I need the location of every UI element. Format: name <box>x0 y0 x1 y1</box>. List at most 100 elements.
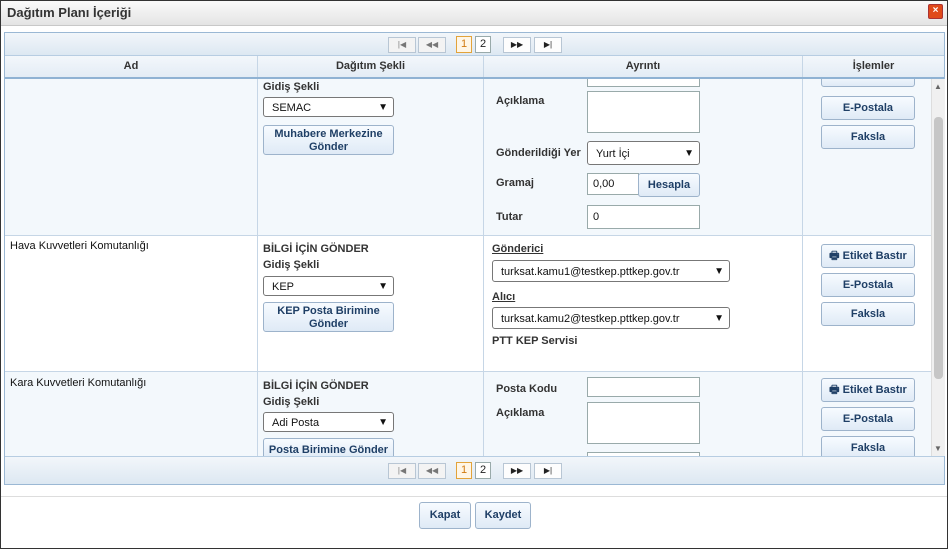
page-1-button[interactable]: 1 <box>456 36 472 53</box>
etiket-bastir-button[interactable]: 🖶 Etiket Bastır <box>821 378 915 402</box>
gidis-select[interactable]: Adi Posta ▼ <box>263 412 394 432</box>
col-ayrinti[interactable]: Ayrıntı <box>484 56 803 77</box>
chevron-down-icon: ▼ <box>378 102 388 113</box>
cell-islemler: E-Postala Faksla <box>803 79 931 235</box>
close-icon[interactable]: × <box>928 4 943 19</box>
gidis-select[interactable]: KEP ▼ <box>263 276 394 296</box>
servis-label: PTT KEP Servisi <box>492 335 578 347</box>
last-page-button[interactable]: ▶| <box>534 463 562 479</box>
gonderici-value: turksat.kamu1@testkep.pttkep.gov.tr <box>501 266 680 278</box>
gidis-label: Gidiş Şekli <box>263 81 320 93</box>
table-row: Gidiş Şekli SEMAC ▼ Muhabere Merkezine G… <box>5 79 931 236</box>
scroll-up-icon[interactable]: ▲ <box>934 82 942 91</box>
pager-top: |◀ ◀◀ 1 2 ▶▶ ▶| <box>5 33 944 56</box>
gidis-select[interactable]: SEMAC ▼ <box>263 97 394 117</box>
bilgi-label: BİLGİ İÇİN GÖNDER <box>263 380 369 392</box>
chevron-down-icon: ▼ <box>378 417 388 428</box>
table-row: Kara Kuvvetleri Komutanlığı BİLGİ İÇİN G… <box>5 372 931 456</box>
pager-bottom: |◀ ◀◀ 1 2 ▶▶ ▶| <box>5 456 944 484</box>
title-bar: Dağıtım Planı İçeriği × <box>1 1 947 26</box>
table-row: Hava Kuvvetleri Komutanlığı BİLGİ İÇİN G… <box>5 236 931 372</box>
gidis-value: Adi Posta <box>272 417 320 429</box>
scroll-thumb[interactable] <box>934 117 943 379</box>
aciklama-textarea[interactable] <box>587 402 700 444</box>
cell-dagitim: BİLGİ İÇİN GÖNDER Gidiş Şekli KEP ▼ KEP … <box>258 236 484 371</box>
posta-send-button[interactable]: Posta Birimine Gönder <box>263 438 394 456</box>
next-page-button[interactable]: ▶▶ <box>503 37 531 53</box>
dialog-footer: Kapat Kaydet <box>1 496 947 548</box>
etiket-bastir-button[interactable]: 🖶 Etiket Bastır <box>821 244 915 268</box>
printer-icon: 🖶 <box>829 250 840 262</box>
chevron-down-icon: ▼ <box>714 266 724 277</box>
etiket-bastir-label: Etiket Bastır <box>842 250 907 262</box>
hidden-top-input[interactable] <box>587 79 700 87</box>
next-page-button[interactable]: ▶▶ <box>503 463 531 479</box>
recipient-name: Kara Kuvvetleri Komutanlığı <box>10 377 147 389</box>
gramaj-input[interactable]: 0,00 <box>587 173 639 195</box>
col-ad[interactable]: Ad <box>5 56 258 77</box>
table-header: Ad Dağıtım Şekli Ayrıntı İşlemler <box>5 56 944 79</box>
recipient-name: Hava Kuvvetleri Komutanlığı <box>10 240 149 252</box>
chevron-down-icon: ▼ <box>684 148 694 159</box>
dialog: Dağıtım Planı İçeriği × |◀ ◀◀ 1 2 ▶▶ ▶| … <box>0 0 948 549</box>
muhabere-send-button[interactable]: Muhabere Merkezine Gönder <box>263 125 394 155</box>
cell-ad: Hava Kuvvetleri Komutanlığı <box>5 236 258 371</box>
page-2-button[interactable]: 2 <box>475 462 491 479</box>
chevron-down-icon: ▼ <box>714 313 724 324</box>
vertical-scrollbar[interactable]: ▲ ▼ <box>931 79 945 456</box>
etiket-bastir-button-partial[interactable] <box>821 79 915 87</box>
first-page-button[interactable]: |◀ <box>388 37 416 53</box>
posta-kodu-input[interactable] <box>587 377 700 397</box>
hesapla-button[interactable]: Hesapla <box>638 173 700 197</box>
kapat-button[interactable]: Kapat <box>419 502 471 529</box>
prev-page-button[interactable]: ◀◀ <box>418 463 446 479</box>
cell-ad <box>5 79 258 235</box>
alici-value: turksat.kamu2@testkep.pttkep.gov.tr <box>501 313 680 325</box>
gonderici-label: Gönderici <box>492 243 544 255</box>
tutar-input[interactable]: 0 <box>587 205 700 229</box>
prev-page-button[interactable]: ◀◀ <box>418 37 446 53</box>
gidis-label: Gidiş Şekli <box>263 259 320 271</box>
cell-dagitim: BİLGİ İÇİN GÖNDER Gidiş Şekli Adi Posta … <box>258 372 484 456</box>
epostala-button[interactable]: E-Postala <box>821 407 915 431</box>
faksla-button[interactable]: Faksla <box>821 302 915 326</box>
alici-label: Alıcı <box>492 291 516 303</box>
posta-kodu-label: Posta Kodu <box>496 383 558 395</box>
gidis-value: SEMAC <box>272 102 312 114</box>
faksla-button[interactable]: Faksla <box>821 125 915 149</box>
aciklama-label: Açıklama <box>496 95 545 107</box>
page-1-button[interactable]: 1 <box>456 462 472 479</box>
page-2-button[interactable]: 2 <box>475 36 491 53</box>
aciklama-textarea[interactable] <box>587 91 700 133</box>
cell-ad: Kara Kuvvetleri Komutanlığı <box>5 372 258 456</box>
epostala-button[interactable]: E-Postala <box>821 273 915 297</box>
epostala-button[interactable]: E-Postala <box>821 96 915 120</box>
last-page-button[interactable]: ▶| <box>534 37 562 53</box>
etiket-bastir-label: Etiket Bastır <box>842 384 907 396</box>
alici-select[interactable]: turksat.kamu2@testkep.pttkep.gov.tr ▼ <box>492 307 730 329</box>
gonderildigi-select[interactable]: Yurt İçi ▼ <box>587 141 700 165</box>
first-page-button[interactable]: |◀ <box>388 463 416 479</box>
cell-dagitim: Gidiş Şekli SEMAC ▼ Muhabere Merkezine G… <box>258 79 484 235</box>
gonderildigi-value: Yurt İçi <box>596 148 630 160</box>
cell-ayrinti: Posta Kodu Açıklama <box>484 372 803 456</box>
gonderildigi-label: Gönderildiği Yer <box>496 147 581 159</box>
table-body: Gidiş Şekli SEMAC ▼ Muhabere Merkezine G… <box>5 79 931 456</box>
cell-ayrinti: Açıklama Gönderildiği Yer Yurt İçi ▼ Gra… <box>484 79 803 235</box>
aciklama-label: Açıklama <box>496 407 545 419</box>
col-dagitim-sekli[interactable]: Dağıtım Şekli <box>258 56 484 77</box>
gidis-label: Gidiş Şekli <box>263 396 320 408</box>
faksla-button[interactable]: Faksla <box>821 436 915 456</box>
gonderici-select[interactable]: turksat.kamu1@testkep.pttkep.gov.tr ▼ <box>492 260 730 282</box>
gramaj-label: Gramaj <box>496 177 534 189</box>
printer-icon: 🖶 <box>829 384 840 396</box>
bilgi-label: BİLGİ İÇİN GÖNDER <box>263 243 369 255</box>
scroll-down-icon[interactable]: ▼ <box>934 444 942 453</box>
cell-islemler: 🖶 Etiket Bastır E-Postala Faksla <box>803 372 931 456</box>
dialog-title: Dağıtım Planı İçeriği <box>7 5 132 20</box>
tutar-label: Tutar <box>496 211 523 223</box>
kaydet-button[interactable]: Kaydet <box>475 502 531 529</box>
kep-send-button[interactable]: KEP Posta Birimine Gönder <box>263 302 394 332</box>
col-islemler[interactable]: İşlemler <box>803 56 944 77</box>
gidis-value: KEP <box>272 281 295 293</box>
